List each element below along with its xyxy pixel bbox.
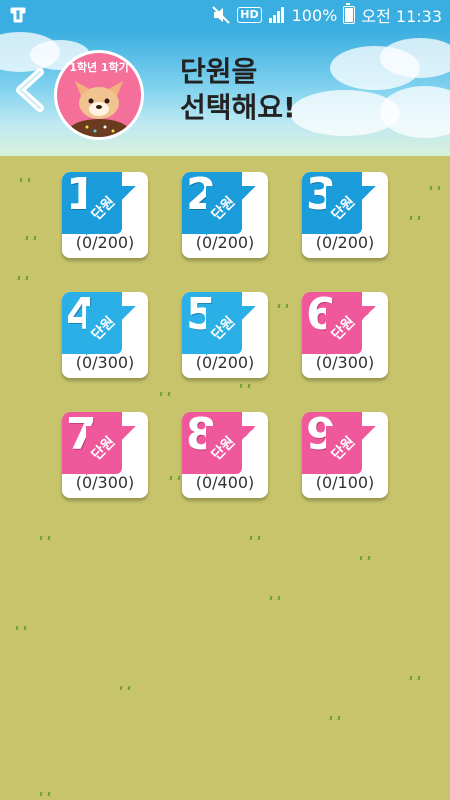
grass-tuft: [169, 476, 181, 480]
unit-tile-7[interactable]: 7 단원 (0/300): [62, 412, 148, 498]
status-bar: HD 100% 오전 11:33: [0, 0, 450, 30]
unit-tile-8[interactable]: 8 단원 (0/400): [182, 412, 268, 498]
page-title: 단원을 선택해요!: [180, 54, 296, 126]
avatar: 1학년 1학기: [54, 50, 144, 140]
grass-tuft: [239, 384, 251, 388]
title-line-2: 선택해요!: [180, 91, 296, 124]
cloud-decoration: [380, 86, 450, 138]
unit-progress: (0/300): [315, 353, 375, 372]
unit-tile-1[interactable]: 1 단원 (0/200): [62, 172, 148, 258]
grass-tuft: [269, 596, 281, 600]
carrier-logo-icon: [10, 7, 26, 23]
grass-tuft: [329, 716, 341, 720]
unit-tile-4[interactable]: 4 단원 (0/300): [62, 292, 148, 378]
unit-tile-2[interactable]: 2 단원 (0/200): [182, 172, 268, 258]
cloud-decoration: [380, 38, 450, 78]
grass-tuft: [429, 186, 441, 190]
unit-tile-3[interactable]: 3 단원 (0/200): [302, 172, 388, 258]
grass-tuft: [39, 536, 51, 540]
grass-tuft: [15, 626, 27, 630]
battery-percent: 100%: [291, 5, 338, 25]
back-arrow-icon[interactable]: [12, 68, 48, 112]
grass-tuft: [17, 276, 29, 280]
grass-tuft: [119, 686, 131, 690]
unit-progress: (0/300): [75, 353, 135, 372]
clock: 오전 11:33: [361, 7, 442, 26]
battery-icon: [343, 3, 356, 24]
grass-tuft: [409, 676, 421, 680]
unit-progress: (0/400): [195, 473, 255, 492]
hd-icon: HD: [237, 7, 262, 23]
grass-tuft: [359, 556, 371, 560]
grass-tuft: [409, 216, 421, 220]
unit-progress: (0/200): [75, 233, 135, 252]
unit-progress: (0/300): [75, 473, 135, 492]
grass-tuft: [39, 792, 51, 796]
unit-tile-5[interactable]: 5 단원 (0/200): [182, 292, 268, 378]
header: 1학년 1학기 단원을 선택해요!: [0, 30, 450, 156]
grass-tuft: [277, 304, 289, 308]
grass-tuft: [19, 178, 31, 182]
title-line-1: 단원을: [180, 55, 258, 88]
unit-tile-6[interactable]: 6 단원 (0/300): [302, 292, 388, 378]
unit-progress: (0/200): [195, 233, 255, 252]
mute-icon: [212, 6, 230, 24]
grass-tuft: [249, 536, 261, 540]
grass-tuft: [25, 236, 37, 240]
grade-label: 1학년 1학기: [69, 61, 129, 74]
unit-progress: (0/200): [315, 233, 375, 252]
unit-progress: (0/200): [195, 353, 255, 372]
unit-progress: (0/100): [315, 473, 375, 492]
signal-icon: [268, 7, 284, 23]
grass-tuft: [159, 392, 171, 396]
unit-tile-9[interactable]: 9 단원 (0/100): [302, 412, 388, 498]
